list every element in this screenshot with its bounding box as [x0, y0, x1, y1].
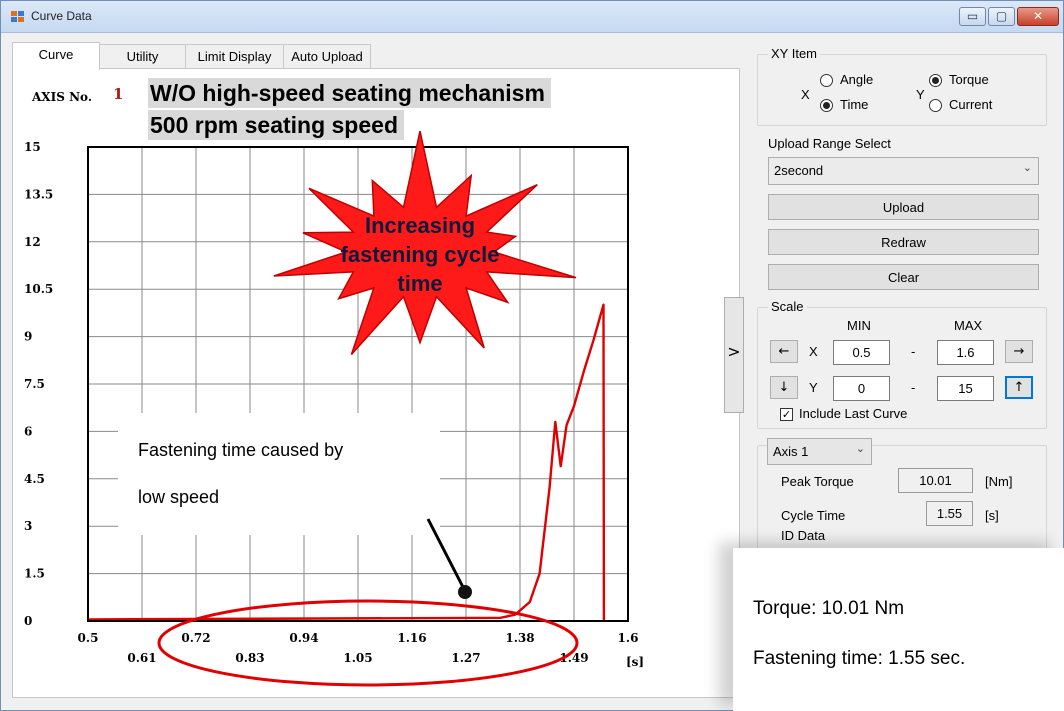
y-tick-label: 15	[24, 140, 41, 154]
scale-x-separator: -	[911, 344, 916, 359]
headline-seating-speed: 500 rpm seating speed	[148, 110, 404, 140]
radio-torque[interactable]	[929, 74, 942, 87]
peak-torque-value: 10.01	[898, 468, 973, 493]
redraw-button[interactable]: Redraw	[768, 229, 1039, 255]
scale-x-label: X	[809, 344, 818, 359]
x-tick-label: 0.72	[181, 631, 210, 645]
scale-min-header: MIN	[847, 318, 871, 333]
y-tick-label: 10.5	[24, 282, 53, 296]
y-tick-label: 4.5	[24, 472, 45, 486]
radio-angle[interactable]	[820, 74, 833, 87]
scale-y-max-input[interactable]: 15	[937, 376, 994, 401]
clear-button[interactable]: Clear	[768, 264, 1039, 290]
x-tick-label: 1.27	[451, 651, 480, 665]
upload-range-value: 2second	[774, 163, 824, 178]
radio-time[interactable]	[820, 99, 833, 112]
scale-max-header: MAX	[954, 318, 983, 333]
radio-current-label: Current	[949, 97, 993, 112]
x-tick-label: 1.16	[397, 631, 426, 645]
scale-x-right-button[interactable]: →	[1005, 340, 1033, 363]
upload-button[interactable]: Upload	[768, 194, 1039, 220]
burst-text-line-2: fastening cycle	[340, 242, 500, 267]
scale-title: Scale	[768, 299, 807, 314]
axis-number-value: 1	[113, 85, 124, 103]
x-tick-label: 1.05	[343, 651, 372, 665]
headline-mechanism: W/O high-speed seating mechanism	[148, 78, 551, 108]
x-tick-label: 0.5	[78, 631, 99, 645]
id-data-label: ID Data	[781, 528, 826, 543]
y-tick-label: 6	[24, 424, 32, 438]
radio-current[interactable]	[929, 99, 942, 112]
summary-fastening-time: Fastening time: 1.55 sec.	[753, 648, 966, 669]
scale-y-down-button[interactable]: ↓	[770, 376, 798, 399]
low-speed-callout: Fastening time caused by low speed	[118, 413, 440, 535]
y-tick-label: 13.5	[24, 187, 53, 201]
upload-range-label: Upload Range Select	[768, 136, 891, 151]
cycle-time-label: Cycle Time	[781, 508, 846, 523]
x-tick-label: 0.61	[127, 651, 156, 665]
callout-line-2: low speed	[138, 487, 220, 507]
chevron-down-icon: ⌄	[1022, 161, 1032, 174]
peak-torque-unit: [Nm]	[985, 474, 1013, 489]
y-tick-label: 7.5	[24, 377, 45, 391]
xy-y-label: Y	[916, 87, 925, 102]
include-last-curve-checkbox[interactable]: ✓	[780, 408, 793, 421]
y-tick-label: 12	[24, 235, 41, 249]
xy-item-title: XY Item	[768, 46, 821, 61]
xy-x-label: X	[801, 87, 810, 102]
cycle-time-value: 1.55	[926, 501, 973, 526]
tab-curve[interactable]: Curve	[12, 42, 100, 70]
burst-text-line-1: Increasing	[364, 213, 476, 238]
y-tick-label: 1.5	[24, 567, 45, 581]
scale-y-up-button[interactable]: ↑	[1005, 376, 1033, 399]
summary-torque: Torque: 10.01 Nm	[753, 598, 905, 619]
x-tick-label: 0.83	[235, 651, 264, 665]
burst-text-line-3: time	[397, 271, 443, 296]
include-last-curve-label: Include Last Curve	[799, 406, 908, 421]
callout-line-1: Fastening time caused by	[138, 440, 344, 460]
scale-x-max-input[interactable]: 1.6	[937, 340, 994, 365]
y-tick-label: 9	[24, 330, 32, 344]
x-tick-label: 1.38	[505, 631, 534, 645]
peak-torque-label: Peak Torque	[781, 474, 854, 489]
axis-number-label: AXIS No.	[32, 90, 93, 104]
scale-x-left-button[interactable]: ←	[770, 340, 798, 363]
axis-select-value: Axis 1	[773, 444, 809, 459]
radio-torque-label: Torque	[949, 72, 989, 87]
scale-y-min-input[interactable]: 0	[833, 376, 890, 401]
radio-time-label: Time	[840, 97, 869, 112]
panel-toggle-button[interactable]: >	[724, 297, 744, 413]
scale-y-separator: -	[911, 380, 916, 395]
chevron-down-icon: ⌄	[855, 442, 865, 455]
x-tick-label: 1.6	[618, 631, 639, 645]
radio-angle-label: Angle	[840, 72, 874, 87]
y-tick-label: 3	[24, 519, 32, 533]
result-summary-box: Torque: 10.01 Nm Fastening time: 1.55 se…	[733, 548, 1064, 711]
x-axis-unit: [s]	[626, 655, 644, 669]
axis-select[interactable]: Axis 1 ⌄	[767, 438, 872, 465]
scale-x-min-input[interactable]: 0.5	[833, 340, 890, 365]
cycle-time-unit: [s]	[985, 508, 999, 523]
upload-range-select[interactable]: 2second ⌄	[768, 157, 1039, 185]
scale-y-label: Y	[809, 380, 818, 395]
x-tick-label: 0.94	[289, 631, 318, 645]
y-tick-label: 0	[24, 614, 32, 628]
